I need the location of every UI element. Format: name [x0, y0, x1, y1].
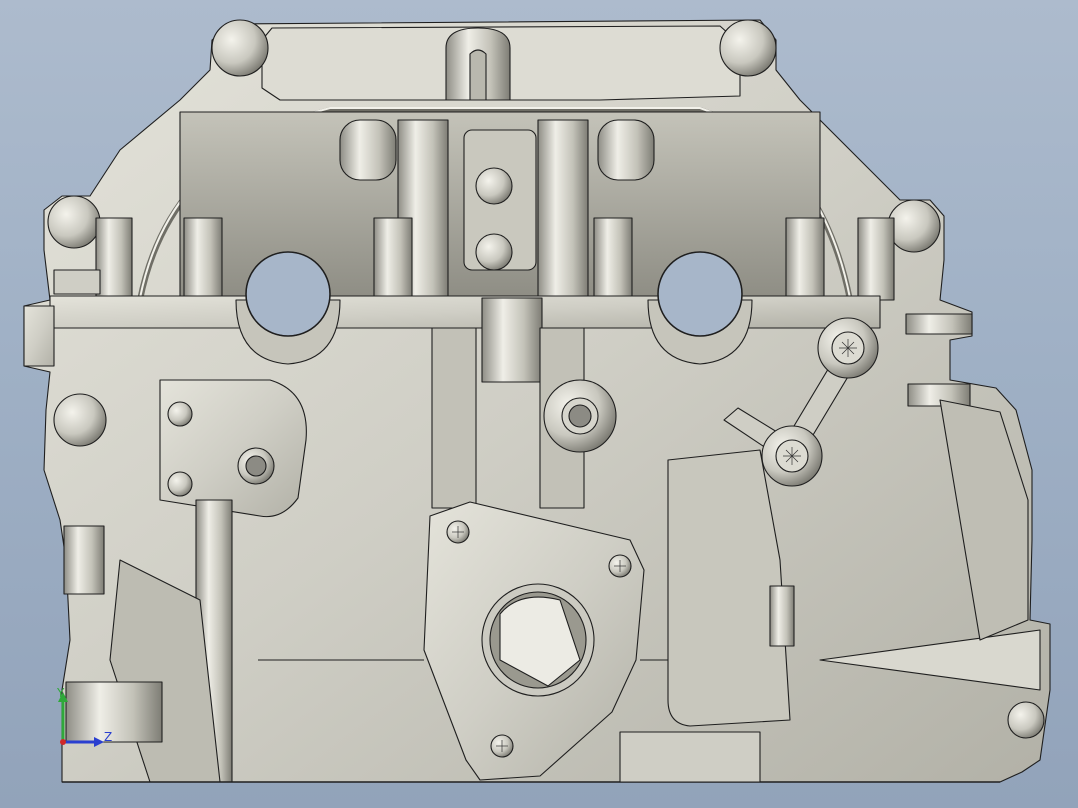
- head-rail: [49, 295, 881, 329]
- corner-boss: [719, 19, 777, 77]
- graphics-viewport[interactable]: Y Z: [0, 0, 1078, 808]
- corner-boss: [887, 199, 941, 253]
- triad-y-label: Y: [57, 686, 65, 700]
- view-orientation-triad: Y Z: [50, 684, 120, 754]
- corner-boss: [211, 19, 269, 77]
- corner-boss: [47, 195, 101, 249]
- side-boss: [53, 393, 107, 447]
- cylinder-head-model[interactable]: [0, 0, 1078, 808]
- triad-z-label: Z: [104, 730, 113, 744]
